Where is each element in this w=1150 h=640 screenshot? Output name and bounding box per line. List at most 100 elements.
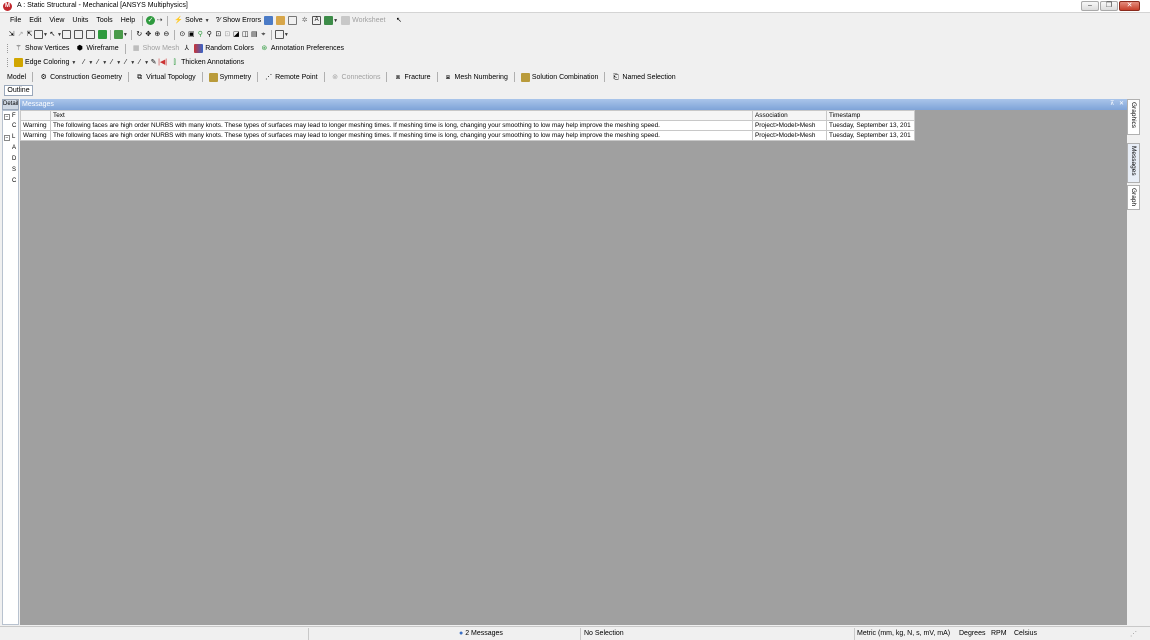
worksheet-button[interactable]: Worksheet: [338, 15, 388, 26]
table-row[interactable]: Warning The following faces are high ord…: [20, 130, 915, 141]
select-mode-icon[interactable]: [34, 30, 43, 39]
report-icon[interactable]: [288, 16, 298, 25]
connections-button[interactable]: ⊚ Connections: [328, 72, 384, 83]
rotational-unit-status[interactable]: RPM: [991, 630, 1007, 637]
edge-style-3-icon[interactable]: ⁄: [107, 58, 116, 67]
angle-unit-status[interactable]: Degrees: [959, 630, 985, 637]
solution-combination-button[interactable]: Solution Combination: [518, 72, 602, 83]
random-colors-button[interactable]: Random Colors: [191, 43, 257, 54]
pin-icon[interactable]: ⊼: [1110, 99, 1114, 110]
fracture-button[interactable]: ⧈ Fracture: [390, 72, 433, 83]
temperature-unit-status[interactable]: Celsius: [1014, 630, 1037, 637]
unit-system-status[interactable]: Metric (mm, kg, N, s, mV, mA): [857, 630, 950, 637]
edge-style-5-icon[interactable]: ⁄: [135, 58, 144, 67]
annotation-preferences-label: Annotation Preferences: [270, 45, 345, 52]
viewport-layout-icon[interactable]: [274, 30, 284, 39]
wireframe-button[interactable]: ⬢ Wireframe: [72, 43, 121, 54]
chevron-down-icon[interactable]: ▼: [205, 18, 210, 24]
check-icon[interactable]: ✓: [146, 16, 156, 25]
timestamp-column-header[interactable]: Timestamp: [826, 110, 915, 121]
select-icon[interactable]: ↗: [16, 30, 25, 39]
association-column-header[interactable]: Association: [752, 110, 827, 121]
named-selection-button[interactable]: ⎗ Named Selection: [608, 72, 678, 83]
context-toolbar: Model ⚙ Construction Geometry ⧉ Virtual …: [0, 70, 1140, 84]
menu-edit[interactable]: Edit: [25, 17, 45, 24]
gear-icon[interactable]: ✲: [300, 16, 309, 25]
edge-select-icon[interactable]: [61, 30, 71, 39]
collapse-icon[interactable]: −: [4, 114, 10, 120]
face-select-icon[interactable]: [73, 30, 83, 39]
close-button[interactable]: ✕: [1119, 1, 1140, 11]
zoom-to-fit-icon[interactable]: ⊙: [178, 30, 187, 39]
pointer-mode-icon[interactable]: ⇲: [7, 30, 16, 39]
graph-tab[interactable]: Graph: [1127, 185, 1140, 210]
isometric-view-icon[interactable]: ◪: [232, 30, 241, 39]
chevron-down-icon[interactable]: ▼: [123, 32, 128, 38]
show-vertices-label: Show Vertices: [25, 45, 70, 52]
thicken-annotations-button[interactable]: ⫿ Thicken Annotations: [167, 57, 247, 68]
construction-geometry-button[interactable]: ⚙ Construction Geometry: [36, 72, 125, 83]
pin-icon[interactable]: ✎: [149, 58, 158, 67]
edge-style-4-icon[interactable]: ⁄: [121, 58, 130, 67]
minimize-button[interactable]: –: [1081, 1, 1099, 11]
menu-view[interactable]: View: [45, 17, 68, 24]
chevron-down-icon[interactable]: ▼: [284, 32, 289, 38]
new-section-plane-icon[interactable]: [264, 16, 274, 25]
show-errors-button[interactable]: ?⁄ Show Errors: [213, 15, 265, 26]
resize-grip-icon[interactable]: ⋰: [1130, 630, 1137, 638]
messages-status[interactable]: ● 2 Messages: [459, 630, 503, 637]
print-icon[interactable]: ▤: [250, 30, 259, 39]
menu-help[interactable]: Help: [117, 17, 139, 24]
node-select-icon[interactable]: [97, 30, 107, 39]
annotation-preferences-button[interactable]: ⊛ Annotation Preferences: [257, 43, 347, 54]
layout-icon[interactable]: [324, 16, 334, 25]
type-column-header[interactable]: [20, 110, 51, 121]
outline-tab[interactable]: Outline: [4, 85, 33, 96]
text-column-header[interactable]: Text: [50, 110, 753, 121]
box-zoom-icon[interactable]: ⊖: [162, 30, 171, 39]
details-tab[interactable]: Details: [2, 99, 19, 110]
virtual-topology-button[interactable]: ⧉ Virtual Topology: [132, 72, 199, 83]
next-view-icon[interactable]: ⊡: [223, 30, 232, 39]
edge-coloring-button[interactable]: Edge Coloring ▼: [11, 57, 79, 68]
messages-tab[interactable]: Messages: [1127, 143, 1140, 183]
set-view-icon[interactable]: ◫: [241, 30, 250, 39]
show-vertices-button[interactable]: ⚚ Show Vertices: [11, 43, 72, 54]
zoom-icon[interactable]: ⊕: [153, 30, 162, 39]
edge-style-2-icon[interactable]: ⁄: [93, 58, 102, 67]
menu-tools[interactable]: Tools: [92, 17, 116, 24]
previous-view-icon[interactable]: ⊡: [214, 30, 223, 39]
menu-units[interactable]: Units: [68, 17, 92, 24]
collapse-icon[interactable]: −: [4, 135, 10, 141]
zoom-box-icon[interactable]: ▣: [187, 30, 196, 39]
solve-button[interactable]: ⚡ Solve ▼: [171, 15, 212, 26]
image-icon[interactable]: [276, 16, 286, 25]
help-pointer-icon[interactable]: ↖: [394, 16, 403, 25]
graph-tab-label: Graph: [1130, 188, 1137, 207]
connect-icon[interactable]: ⇢: [155, 16, 164, 25]
rotate-icon[interactable]: ↻: [135, 30, 144, 39]
magnifier-icon[interactable]: ⚲: [196, 30, 205, 39]
symmetry-button[interactable]: Symmetry: [206, 72, 255, 83]
ruler-icon[interactable]: ⌖: [259, 30, 268, 39]
remote-point-button[interactable]: ⋰ Remote Point: [261, 72, 320, 83]
body-select-icon[interactable]: [85, 30, 95, 39]
restore-button[interactable]: ❐: [1100, 1, 1118, 11]
graphics-tab[interactable]: Graphics: [1127, 99, 1140, 135]
magnifier-window-icon[interactable]: ⚲: [205, 30, 214, 39]
edge-style-icon[interactable]: ⁄: [79, 58, 88, 67]
annotation-icon[interactable]: A: [312, 16, 322, 25]
mesh-numbering-button[interactable]: ⧆ Mesh Numbering: [441, 72, 511, 83]
edge-direction-icon[interactable]: |◀|: [158, 58, 167, 67]
table-row[interactable]: Warning The following faces are high ord…: [20, 120, 915, 131]
ansys-app-icon[interactable]: M: [3, 2, 12, 11]
scale-icon[interactable]: ⅄: [182, 44, 191, 53]
thicken-annotations-label: Thicken Annotations: [181, 59, 245, 66]
vertex-select-icon[interactable]: ↖: [48, 30, 57, 39]
menu-file[interactable]: File: [6, 17, 25, 24]
close-icon[interactable]: ✕: [1119, 99, 1124, 110]
select-all-icon[interactable]: [113, 30, 123, 39]
show-mesh-button[interactable]: ▦ Show Mesh: [129, 43, 183, 54]
pan-icon[interactable]: ✥: [144, 30, 153, 39]
extend-icon[interactable]: ⇱: [25, 30, 34, 39]
